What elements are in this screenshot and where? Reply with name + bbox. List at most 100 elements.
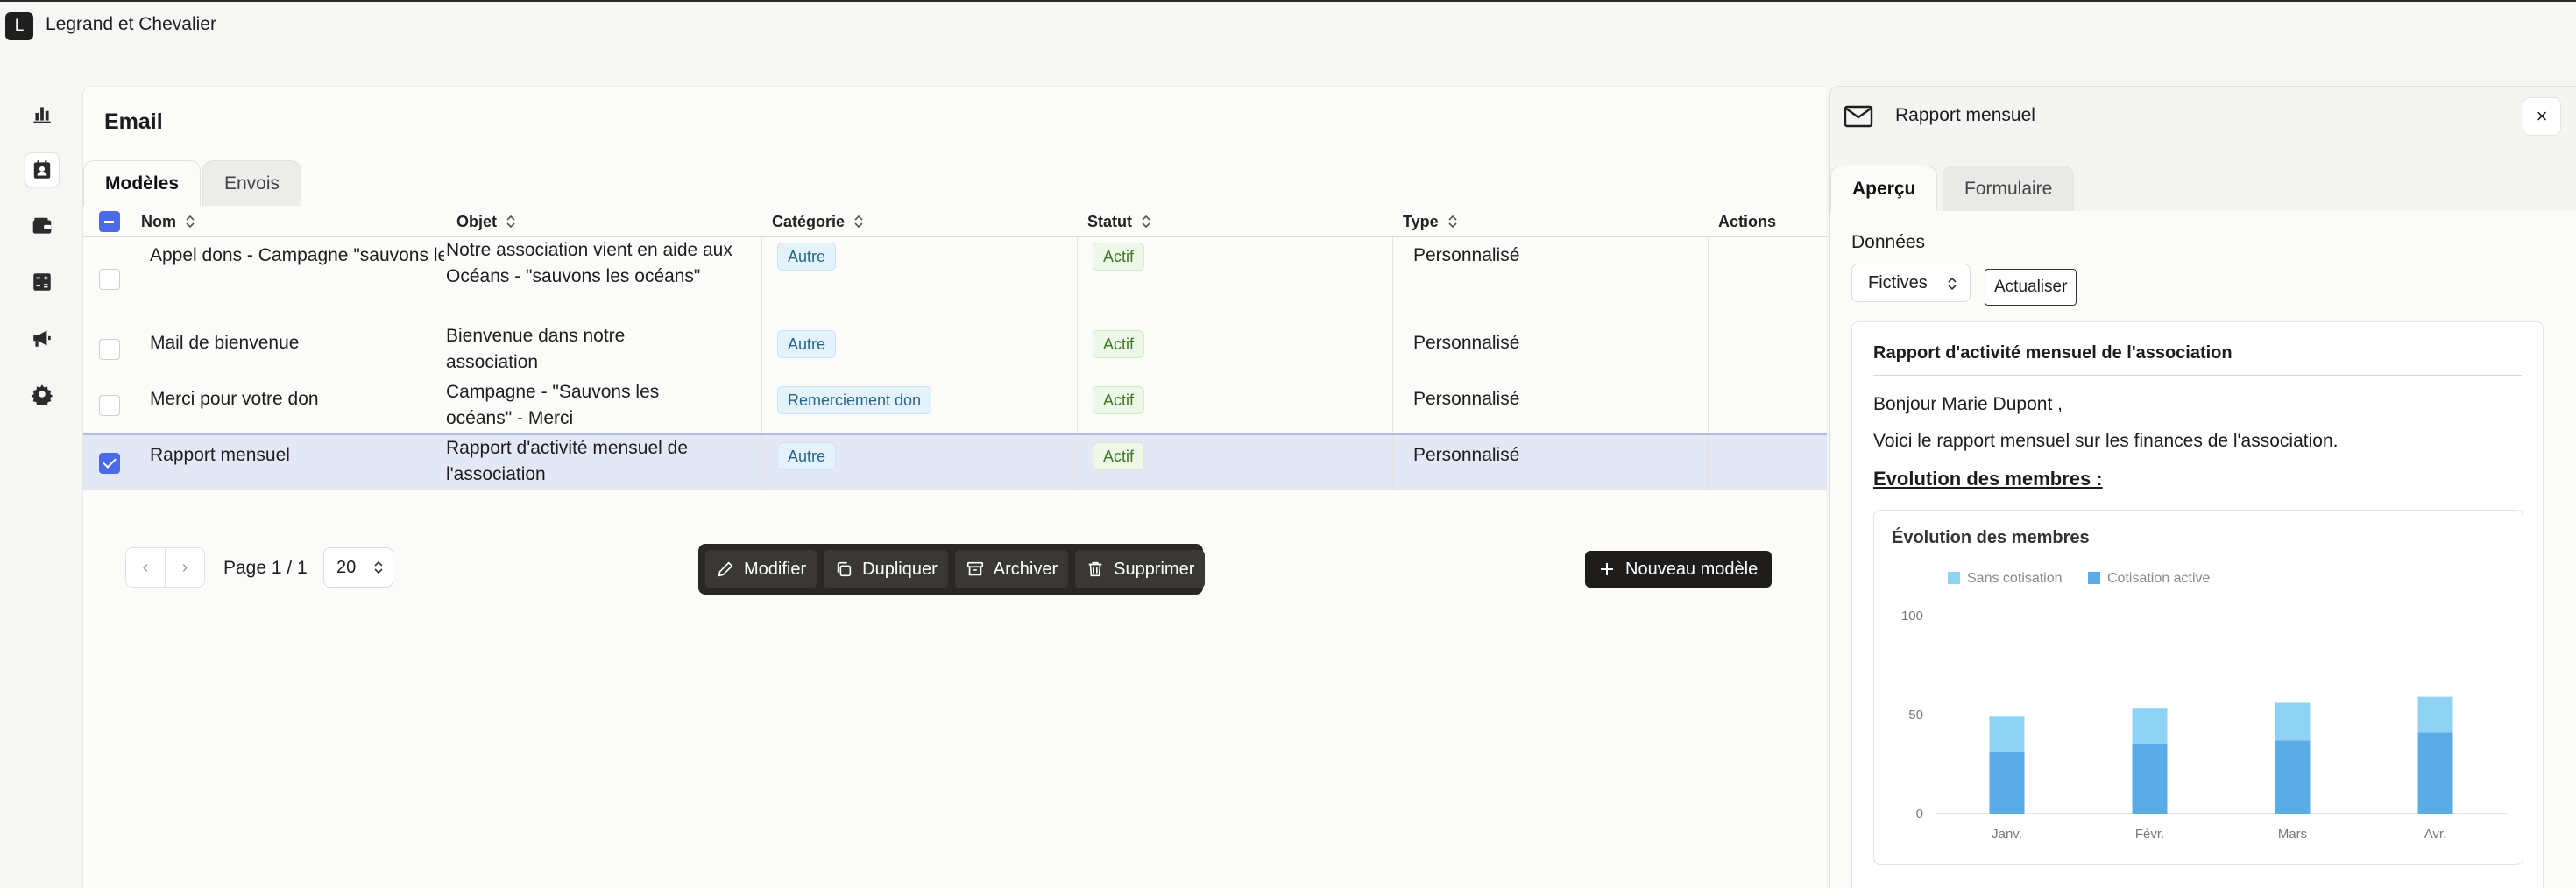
calculator-icon [33, 273, 51, 291]
column-divider [761, 237, 762, 321]
archive-button[interactable]: Archiver [954, 550, 1069, 588]
bar-segment [2417, 732, 2453, 814]
table-row-selected[interactable]: Rapport mensuel Rapport d'activité mensu… [83, 433, 1827, 490]
nav-settings[interactable] [25, 377, 60, 412]
top-bar: L Legrand et Chevalier [0, 2, 2576, 49]
row-type: Personnalisé [1413, 245, 1520, 265]
email-preview: Rapport d'activité mensuel de l'associat… [1851, 321, 2544, 888]
close-button[interactable]: × [2523, 97, 2561, 136]
tab-models[interactable]: Modèles [83, 160, 202, 206]
edit-button[interactable]: Modifier [705, 550, 817, 588]
tab-form[interactable]: Formulaire [1943, 166, 2075, 211]
col-category-label: Catégorie [772, 212, 846, 230]
close-icon: × [2536, 105, 2548, 127]
col-name-label: Nom [141, 212, 176, 230]
col-type-label: Type [1403, 212, 1439, 230]
page-size-value: 20 [336, 557, 357, 577]
next-page-button[interactable]: › [165, 547, 205, 588]
edit-label: Modifier [744, 559, 807, 579]
bar-segment [1989, 751, 2025, 814]
prev-page-button[interactable]: ‹ [125, 547, 166, 588]
nav-dashboard[interactable] [25, 96, 60, 131]
col-header-status[interactable]: Statut [1087, 206, 1151, 237]
tab-preview[interactable]: Aperçu [1830, 166, 1938, 211]
wallet-icon [32, 217, 52, 234]
row-checkbox[interactable] [99, 395, 120, 416]
panel-tabs: Aperçu Formulaire [1830, 166, 2576, 211]
y-tick-label: 50 [1908, 708, 1923, 722]
page-title: Email [104, 109, 163, 134]
category-badge: Remerciement don [777, 386, 932, 414]
duplicate-button[interactable]: Dupliquer [824, 550, 948, 588]
sort-icon [854, 215, 863, 229]
row-checkbox[interactable] [99, 269, 120, 290]
col-header-name[interactable]: Nom [141, 206, 195, 237]
new-template-label: Nouveau modèle [1625, 559, 1759, 579]
status-badge: Actif [1093, 442, 1145, 470]
legend-swatch [2088, 572, 2100, 584]
col-subject-label: Objet [456, 212, 498, 230]
bar-segment [2275, 740, 2311, 814]
email-subject: Rapport d'activité mensuel de l'associat… [1873, 343, 2233, 363]
column-divider [1708, 435, 1709, 489]
table-row[interactable]: Merci pour votre don Campagne - "Sauvons… [83, 377, 1827, 433]
col-header-type[interactable]: Type [1403, 206, 1458, 237]
nav-campaigns[interactable] [25, 321, 60, 356]
column-divider [761, 435, 762, 489]
megaphone-icon [33, 330, 51, 347]
members-chart: Sans cotisation Cotisation active 0 50 100 Ja… [1901, 571, 2507, 842]
column-divider [1392, 377, 1393, 433]
org-name[interactable]: Legrand et Chevalier [46, 14, 216, 35]
divider [1873, 375, 2522, 376]
table-header: Nom Objet Catégorie Statut Type Actions [83, 206, 1827, 237]
tab-sends[interactable]: Envois [202, 160, 302, 206]
bar-segment [1989, 716, 2025, 752]
sort-icon [1448, 215, 1457, 229]
row-type: Personnalisé [1413, 333, 1520, 353]
copy-icon [837, 561, 852, 577]
email-main-card: Email Modèles Envois Nom Objet Catégorie… [82, 86, 1827, 888]
column-divider [1392, 237, 1393, 321]
table-row[interactable]: Appel dons - Campagne "sauvons les océan… [83, 237, 1827, 321]
bar-chart-icon [33, 107, 51, 123]
chevron-right-icon: › [181, 557, 188, 577]
org-logo[interactable]: L [5, 12, 33, 40]
row-checkbox[interactable] [99, 339, 120, 360]
table-row[interactable]: Mail de bienvenue Bienvenue dans notre a… [83, 321, 1827, 377]
chevron-updown-icon [374, 560, 383, 574]
category-badge: Autre [777, 442, 837, 470]
column-divider [1077, 435, 1078, 489]
page-size-select[interactable]: 20 [323, 547, 393, 588]
select-all-checkbox[interactable] [99, 211, 120, 232]
col-header-category[interactable]: Catégorie [772, 206, 864, 237]
delete-button[interactable]: Supprimer [1075, 550, 1206, 588]
new-template-button[interactable]: Nouveau modèle [1585, 551, 1773, 588]
row-type: Personnalisé [1413, 445, 1520, 465]
status-badge: Actif [1093, 243, 1145, 271]
column-divider [1708, 377, 1709, 433]
row-name: Appel dons - Campagne "sauvons les océan… [150, 245, 444, 265]
category-badge: Autre [777, 330, 837, 358]
data-source-select[interactable]: Fictives [1851, 264, 1971, 302]
column-divider [1392, 321, 1393, 377]
page-indicator: Page 1 / 1 [223, 558, 308, 578]
panel-header: Rapport mensuel × [1843, 97, 2561, 136]
plus-icon [1601, 563, 1613, 575]
column-divider [1077, 237, 1078, 321]
duplicate-label: Dupliquer [862, 559, 938, 579]
data-source-value: Fictives [1868, 272, 1928, 292]
row-checkbox-checked[interactable] [99, 453, 120, 474]
nav-finance[interactable] [25, 208, 60, 243]
column-divider [1392, 435, 1393, 489]
sort-icon [1142, 215, 1150, 229]
col-status-label: Statut [1087, 212, 1132, 230]
refresh-button[interactable]: Actualiser [1985, 269, 2077, 306]
col-header-subject[interactable]: Objet [456, 206, 516, 237]
y-tick-label: 0 [1916, 807, 1923, 821]
sort-icon [506, 215, 515, 229]
x-tick-label: Mars [2278, 827, 2307, 842]
nav-accounting[interactable] [25, 264, 60, 300]
nav-contacts[interactable] [25, 152, 60, 187]
column-divider [1077, 377, 1078, 433]
legend-swatch [1948, 572, 1960, 584]
